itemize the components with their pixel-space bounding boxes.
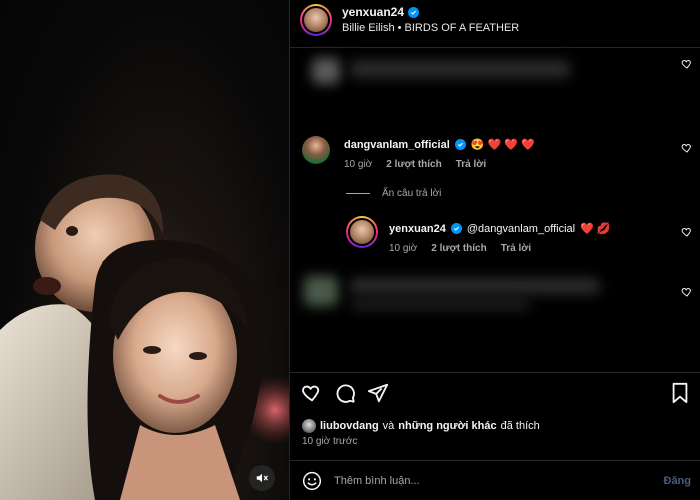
comment-like-heart-icon[interactable]: [681, 142, 693, 154]
mute-button[interactable]: [249, 465, 275, 491]
verified-badge-icon: [408, 6, 420, 18]
comment-composer: Đăng: [290, 460, 700, 500]
post-media[interactable]: [0, 0, 289, 500]
heart-icon[interactable]: [301, 382, 323, 404]
comment-icon[interactable]: [334, 382, 356, 404]
liker-avatar[interactable]: [302, 419, 316, 433]
reply-meta: 10 giờ 2 lượt thích Trả lời: [389, 243, 531, 254]
author-avatar[interactable]: [300, 4, 332, 36]
post-header: yenxuan24 Billie Eilish • BIRDS OF A FEA…: [290, 0, 700, 48]
likes-summary: liubovdang và những người khác đã thích: [302, 419, 540, 433]
divider-dash: [346, 193, 370, 194]
verified-badge-icon: [450, 223, 462, 234]
likes-suffix: đã thích: [500, 420, 540, 432]
bookmark-icon[interactable]: [670, 382, 690, 404]
comment-like-heart-icon[interactable]: [681, 58, 693, 70]
reply-emoji: ❤️ 💋: [580, 223, 611, 235]
comment-meta: 10 giờ 2 lượt thích Trả lời: [344, 159, 486, 170]
audio-track[interactable]: Billie Eilish • BIRDS OF A FEATHER: [342, 22, 519, 34]
post-photo: [0, 174, 289, 500]
post-actions: liubovdang và những người khác đã thích …: [290, 372, 700, 460]
reply-text-row: yenxuan24 @dangvanlam_official ❤️ 💋: [389, 222, 611, 236]
commenter-username[interactable]: dangvanlam_official: [344, 139, 450, 151]
comment-body: 😍 ❤️ ❤️ ❤️: [470, 139, 535, 151]
emoji-icon[interactable]: [302, 471, 322, 491]
reply-username[interactable]: yenxuan24: [389, 223, 446, 235]
post-comment-button[interactable]: Đăng: [664, 475, 692, 487]
comment-like-heart-icon[interactable]: [681, 226, 693, 238]
likes-others-link[interactable]: những người khác: [398, 420, 496, 432]
author-name-row[interactable]: yenxuan24: [342, 5, 420, 19]
comment-input[interactable]: [334, 471, 634, 491]
comment-likes-count[interactable]: 2 lượt thích: [386, 159, 441, 170]
hide-replies-label: Ẩn câu trả lời: [382, 188, 442, 199]
share-icon[interactable]: [367, 382, 389, 404]
reply-button[interactable]: Trả lời: [501, 243, 531, 254]
speaker-muted-icon: [256, 473, 268, 483]
comment-text-row: dangvanlam_official 😍 ❤️ ❤️ ❤️: [344, 138, 535, 152]
blurred-avatar: [304, 276, 338, 306]
verified-badge-icon: [454, 139, 466, 150]
comment-time[interactable]: 10 giờ: [344, 159, 372, 170]
reply-mention[interactable]: @dangvanlam_official: [467, 223, 575, 235]
blurred-comment: [350, 278, 600, 294]
reply-button[interactable]: Trả lời: [456, 159, 486, 170]
blurred-comment: [350, 60, 570, 78]
hide-replies-toggle[interactable]: Ẩn câu trả lời: [346, 188, 441, 199]
liker-username[interactable]: liubovdang: [320, 420, 379, 432]
commenter-avatar[interactable]: [302, 136, 330, 164]
reply-time[interactable]: 10 giờ: [389, 243, 417, 254]
blurred-comment: [350, 298, 530, 310]
reply-author-avatar[interactable]: [346, 216, 378, 248]
comment-like-heart-icon[interactable]: [681, 286, 693, 298]
author-username[interactable]: yenxuan24: [342, 5, 404, 19]
likes-connector: và: [382, 420, 395, 432]
blurred-avatar: [312, 58, 340, 84]
reply-likes-count[interactable]: 2 lượt thích: [431, 243, 486, 254]
post-timestamp[interactable]: 10 giờ trước: [302, 436, 357, 447]
post-side-panel: yenxuan24 Billie Eilish • BIRDS OF A FEA…: [289, 0, 700, 500]
